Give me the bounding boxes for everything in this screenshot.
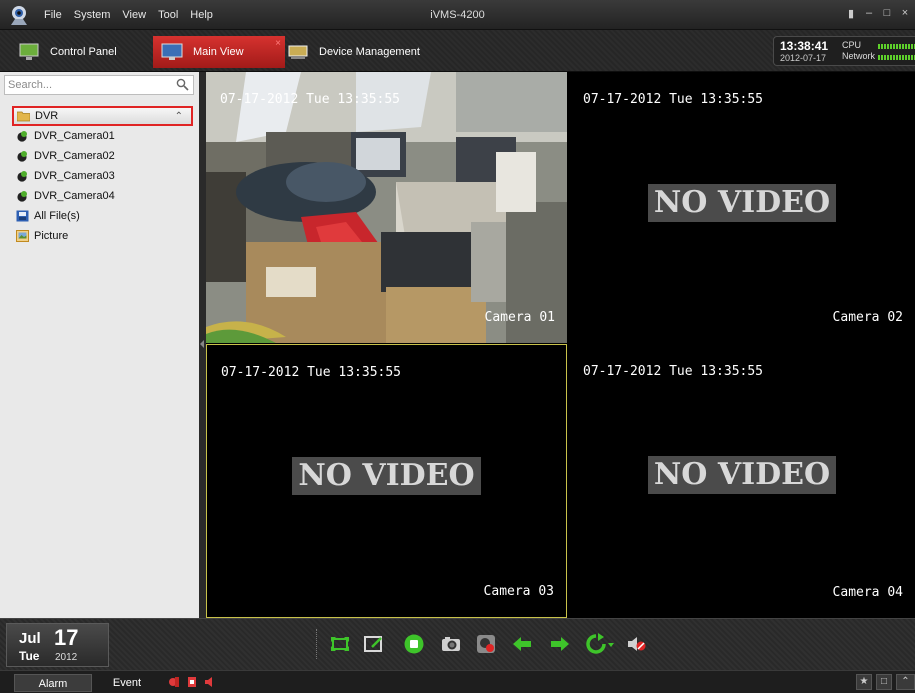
stop-all-icon[interactable] [403,633,425,655]
tree-item-all-files[interactable]: All File(s) [0,206,199,226]
collapse-arrow-icon[interactable] [200,340,204,348]
clock-time: 13:38:41 [780,39,829,53]
device-tree: DVR ⌃ DVR_Camera01 DVR_Camera02 DVR_Came… [0,106,199,246]
tree-item-camera02[interactable]: DVR_Camera02 [0,146,199,166]
alarm-input-icon[interactable] [168,675,180,689]
tab-alarm[interactable]: Alarm [14,674,92,692]
view-timestamp: 07-17-2012 Tue 13:35:55 [221,365,402,380]
folder-icon [17,111,30,122]
camera-icon [17,131,27,142]
monitor-icon [19,43,39,60]
view-timestamp: 07-17-2012 Tue 13:35:55 [220,92,401,107]
tab-event[interactable]: Event [94,674,160,692]
pin-icon[interactable]: ★ [856,674,872,690]
camera-icon [17,191,27,202]
audio-alarm-icon[interactable] [204,675,216,689]
window-layout-icon[interactable] [363,633,385,655]
video-window-3[interactable]: 07-17-2012 Tue 13:35:55 NO VIDEO Camera … [206,344,567,618]
no-video-indicator: NO VIDEO [207,457,566,495]
view-camera-label: Camera 04 [832,585,903,600]
chevron-up-icon[interactable]: ⌃ [175,111,183,122]
close-icon[interactable]: × [899,7,911,20]
clock-panel: 13:38:41 2012-07-17 CPU Network [773,36,915,66]
tree-group-label: DVR [35,110,59,122]
video-window-4[interactable]: 07-17-2012 Tue 13:35:55 NO VIDEO Camera … [569,344,915,618]
cycle-icon[interactable] [585,633,607,655]
resource-panel: Search... DVR ⌃ DVR_Camera01 DVR_Camera0… [0,72,199,618]
next-icon[interactable] [549,633,571,655]
minimize-icon[interactable]: – [863,7,875,20]
tree-item-label: Picture [34,230,69,242]
files-icon [16,210,29,222]
no-video-text: NO VIDEO [647,184,837,222]
alarm-output-icon[interactable] [186,675,198,689]
view-camera-label: Camera 02 [832,310,903,325]
mute-icon[interactable] [625,633,647,655]
capture-icon[interactable] [440,633,462,655]
network-label: Network [842,51,876,61]
toolbar-divider [316,629,317,659]
no-video-indicator: NO VIDEO [569,456,915,494]
expand-icon[interactable]: ⌃ [896,674,915,690]
maximize-icon[interactable]: □ [881,7,893,20]
video-window-2[interactable]: 07-17-2012 Tue 13:35:55 NO VIDEO Camera … [569,72,915,343]
tab-control-panel[interactable]: Control Panel [18,36,117,68]
picture-icon [16,230,29,242]
tab-device-management-label: Device Management [319,46,420,58]
restore-icon[interactable]: □ [876,674,892,690]
tab-device-management[interactable]: Device Management [285,36,420,68]
video-window-1[interactable]: 07-17-2012 Tue 13:35:55 Camera 01 [206,72,567,343]
tab-main-view[interactable]: Main View × [153,36,285,68]
tree-item-camera01[interactable]: DVR_Camera01 [0,126,199,146]
view-timestamp: 07-17-2012 Tue 13:35:55 [583,364,764,379]
camera-icon [17,171,27,182]
main-view-icon [161,43,183,60]
tree-item-label: DVR_Camera01 [34,130,115,142]
clock-date: 2012-07-17 [780,53,827,63]
calendar-widget[interactable]: Jul 17 Tue 2012 [6,623,109,667]
network-usage-meter [878,55,915,60]
cycle-dropdown-icon[interactable] [605,633,617,655]
tree-item-label: DVR_Camera02 [34,150,115,162]
tree-item-label: DVR_Camera04 [34,190,115,202]
no-video-text: NO VIDEO [647,456,837,494]
cpu-label: CPU [842,40,862,50]
tab-control-panel-label: Control Panel [50,46,117,58]
panel-splitter[interactable] [199,72,206,618]
tree-item-picture[interactable]: Picture [0,226,199,246]
search-icon[interactable] [176,78,189,91]
title-bar: File System View Tool Help iVMS-4200 ▮ –… [0,0,915,30]
view-camera-label: Camera 03 [483,584,554,599]
tree-group-dvr[interactable]: DVR ⌃ [12,106,193,126]
previous-icon[interactable] [511,633,533,655]
fullscreen-icon[interactable] [329,633,351,655]
search-input[interactable]: Search... [4,75,194,95]
playback-toolbar: Jul 17 Tue 2012 [0,618,915,670]
search-placeholder: Search... [8,79,53,91]
camera-feed-image [206,72,567,343]
tree-item-camera03[interactable]: DVR_Camera03 [0,166,199,186]
app-title: iVMS-4200 [430,9,485,21]
tab-main-view-label: Main View [193,46,244,58]
device-icon [288,45,308,59]
tree-item-label: DVR_Camera03 [34,170,115,182]
status-bar: Alarm Event ★ □ ⌃ [0,670,915,693]
camera-icon [17,151,27,162]
cpu-usage-meter [878,44,915,49]
view-timestamp: 07-17-2012 Tue 13:35:55 [583,92,764,107]
video-grid: 07-17-2012 Tue 13:35:55 Camera 01 07-17-… [206,72,915,618]
tab-close-icon[interactable]: × [275,38,281,49]
tree-item-camera04[interactable]: DVR_Camera04 [0,186,199,206]
calendar-day: 17 [54,625,79,650]
window-controls: ▮ – □ × [845,7,911,20]
record-all-icon[interactable] [475,633,497,655]
calendar-year: 2012 [55,652,78,663]
lock-icon[interactable]: ▮ [845,7,857,20]
tree-item-label: All File(s) [34,210,80,222]
no-video-text: NO VIDEO [292,457,481,495]
calendar-month: Jul [19,630,41,647]
calendar-weekday: Tue [19,649,40,663]
view-camera-label: Camera 01 [484,310,555,325]
no-video-indicator: NO VIDEO [569,184,915,222]
